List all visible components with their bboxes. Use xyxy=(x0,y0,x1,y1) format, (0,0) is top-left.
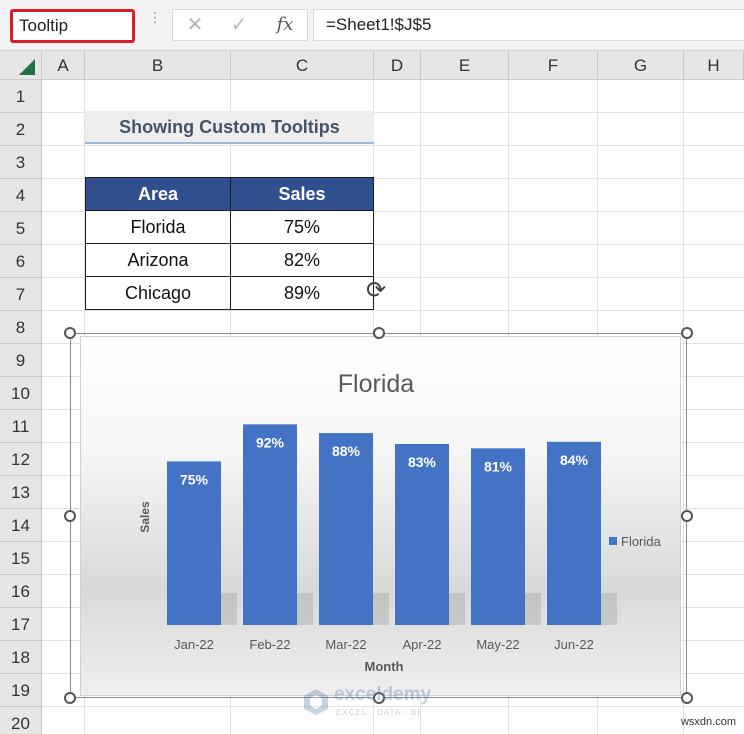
resize-handle-top-right[interactable] xyxy=(681,327,693,339)
resize-handle-right[interactable] xyxy=(681,510,693,522)
x-axis-title[interactable]: Month xyxy=(365,659,404,674)
resize-handle-top-left[interactable] xyxy=(64,327,76,339)
exceldemy-watermark: exceldemy EXCEL · DATA · BI xyxy=(300,684,460,720)
bar-chart: Florida Sales Month 75% Jan-22 92% Feb-22 88… xyxy=(138,370,662,674)
site-watermark: wsxdn.com xyxy=(680,716,736,728)
chart-title[interactable]: Florida xyxy=(338,370,415,398)
bar[interactable] xyxy=(395,443,449,625)
x-tick-label: May-22 xyxy=(476,637,519,652)
legend-swatch xyxy=(609,537,617,545)
data-label[interactable]: 81% xyxy=(484,458,513,474)
data-label[interactable]: 88% xyxy=(332,443,361,459)
x-tick-label: Mar-22 xyxy=(325,637,366,652)
y-axis-title[interactable]: Sales xyxy=(138,501,152,533)
data-label[interactable]: 92% xyxy=(256,434,285,450)
legend-label: Florida xyxy=(621,534,662,549)
x-tick-label: Apr-22 xyxy=(402,637,441,652)
x-tick-label: Jan-22 xyxy=(174,637,214,652)
resize-handle-left[interactable] xyxy=(64,510,76,522)
data-label[interactable]: 75% xyxy=(180,471,209,487)
exceldemy-logo-icon xyxy=(304,689,328,715)
x-tick-label: Feb-22 xyxy=(249,637,290,652)
resize-handle-bottom-left[interactable] xyxy=(64,692,76,704)
resize-handle-bottom-right[interactable] xyxy=(681,692,693,704)
bar[interactable] xyxy=(243,424,297,625)
data-label[interactable]: 84% xyxy=(560,452,589,468)
bar[interactable] xyxy=(471,448,525,625)
x-tick-label: Jun-22 xyxy=(554,637,594,652)
resize-handle-top[interactable] xyxy=(373,327,385,339)
bars-layer: 75% Jan-22 92% Feb-22 88% Mar-22 83% Apr-22 81% M… xyxy=(167,424,617,652)
legend[interactable]: Florida xyxy=(609,534,662,549)
data-label[interactable]: 83% xyxy=(408,454,437,470)
bar[interactable] xyxy=(547,441,601,625)
bar[interactable] xyxy=(319,433,373,625)
watermark-tagline: EXCEL · DATA · BI xyxy=(336,708,421,717)
watermark-brand: exceldemy xyxy=(334,684,432,705)
